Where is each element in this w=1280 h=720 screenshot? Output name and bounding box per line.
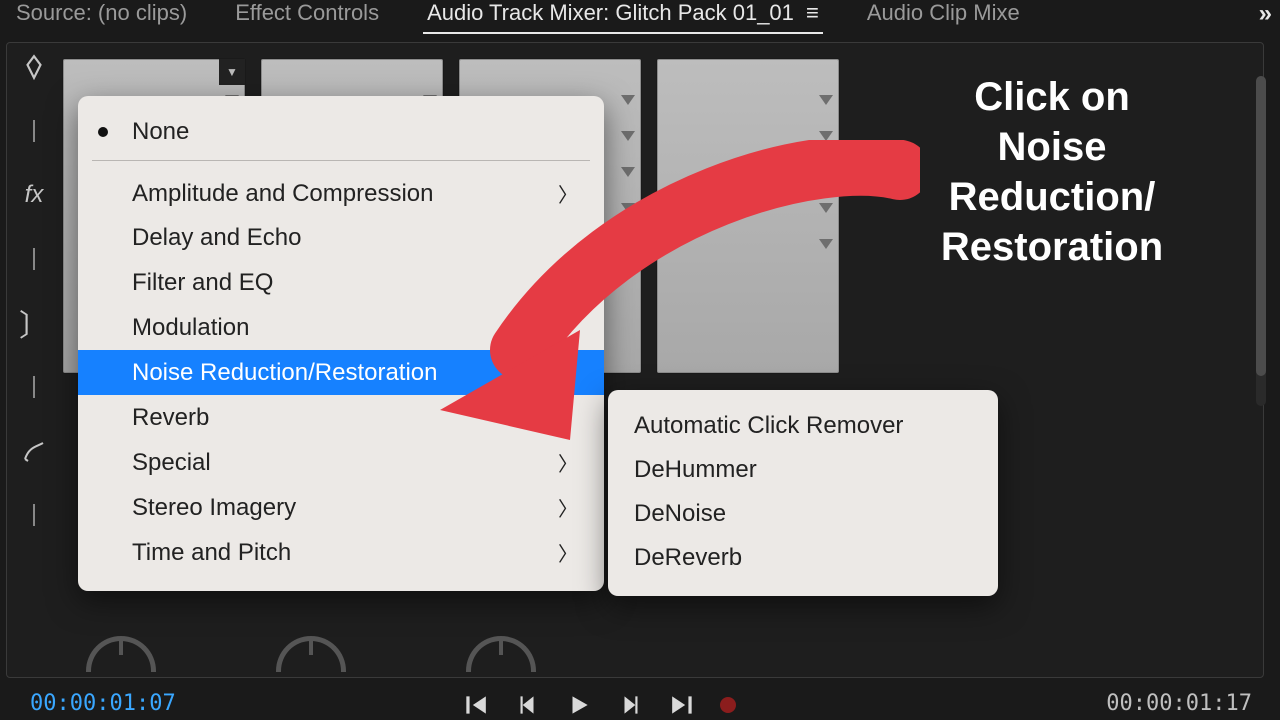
menu-item-label: Noise Reduction/Restoration: [132, 359, 438, 387]
pan-knob[interactable]: [86, 636, 156, 672]
annotation-line: Noise: [872, 122, 1232, 172]
menu-item-label: Reverb: [132, 404, 209, 432]
menu-item-special[interactable]: Special 〉: [78, 440, 604, 485]
menu-item-label: Modulation: [132, 314, 249, 342]
goto-in-icon[interactable]: [460, 692, 490, 718]
effects-context-menu: None Amplitude and Compression 〉 Delay a…: [78, 96, 604, 591]
menu-item-label: DeHummer: [634, 456, 757, 484]
menu-item-none[interactable]: None: [78, 110, 604, 154]
slot-row-arrow-icon[interactable]: [621, 167, 635, 177]
slot-row-arrow-icon[interactable]: [819, 203, 833, 213]
tab-source[interactable]: Source: (no clips): [12, 0, 191, 32]
annotation-text: Click on Noise Reduction/ Restoration: [872, 72, 1232, 272]
slot-handles: [621, 95, 635, 249]
menu-item-reverb[interactable]: Reverb 〉: [78, 395, 604, 440]
panel-scrollbar[interactable]: [1256, 76, 1266, 406]
pen-icon[interactable]: [19, 436, 49, 466]
menu-item-noise-reduction[interactable]: Noise Reduction/Restoration 〉: [78, 350, 604, 395]
transport-bar: 00:00:01:07 00:00:01:17: [0, 686, 1280, 720]
tab-audio-track-mixer[interactable]: Audio Track Mixer: Glitch Pack 01_01 ≡: [423, 0, 823, 34]
effect-slot-dropdown-icon[interactable]: ▼: [219, 59, 245, 85]
toolstrip-divider: [33, 376, 35, 398]
menu-item-label: Time and Pitch: [132, 539, 291, 567]
effects-toggle-icon[interactable]: [19, 52, 49, 82]
fx-toolstrip: fx 〕: [14, 52, 54, 526]
tab-effect-controls[interactable]: Effect Controls: [231, 0, 383, 32]
slot-handles: [819, 95, 833, 249]
menu-item-label: Stereo Imagery: [132, 494, 296, 522]
record-icon[interactable]: [720, 697, 736, 713]
chevron-right-icon: 〉: [558, 448, 578, 477]
submenu-item-denoise[interactable]: DeNoise: [608, 492, 998, 536]
toolstrip-divider: [33, 120, 35, 142]
menu-item-label: DeReverb: [634, 544, 742, 572]
pan-knob[interactable]: [276, 636, 346, 672]
chevron-right-icon: 〉: [558, 538, 578, 567]
chevron-right-icon: 〉: [558, 268, 578, 297]
timecode-duration: 00:00:01:17: [1106, 691, 1252, 716]
menu-item-label: Filter and EQ: [132, 269, 273, 297]
panel-tabbar: Source: (no clips) Effect Controls Audio…: [0, 0, 1280, 30]
slot-row-arrow-icon[interactable]: [819, 131, 833, 141]
menu-item-time-pitch[interactable]: Time and Pitch 〉: [78, 530, 604, 575]
chevron-right-icon: 〉: [558, 358, 578, 387]
menu-item-modulation[interactable]: Modulation 〉: [78, 305, 604, 350]
chevron-right-icon: 〉: [558, 313, 578, 342]
timecode-current[interactable]: 00:00:01:07: [30, 691, 176, 716]
panel-menu-icon[interactable]: ≡: [806, 0, 819, 25]
slot-row-arrow-icon[interactable]: [819, 239, 833, 249]
menu-item-label: None: [132, 118, 189, 146]
slot-row-arrow-icon[interactable]: [621, 239, 635, 249]
toolstrip-divider: [33, 248, 35, 270]
noise-reduction-submenu: Automatic Click Remover DeHummer DeNoise…: [608, 390, 998, 596]
scrollbar-thumb[interactable]: [1256, 76, 1266, 376]
toolstrip-divider: [33, 504, 35, 526]
goto-out-icon[interactable]: [668, 692, 698, 718]
menu-item-label: Automatic Click Remover: [634, 412, 903, 440]
tab-audio-clip-mixer[interactable]: Audio Clip Mixe: [863, 0, 1024, 32]
slot-row-arrow-icon[interactable]: [819, 167, 833, 177]
annotation-line: Reduction/: [872, 172, 1232, 222]
chevron-right-icon: 〉: [558, 403, 578, 432]
menu-item-delay[interactable]: Delay and Echo: [78, 216, 604, 260]
step-back-icon[interactable]: [512, 692, 542, 718]
menu-item-amplitude[interactable]: Amplitude and Compression 〉: [78, 171, 604, 216]
menu-item-label: Amplitude and Compression: [132, 180, 434, 208]
app-root: Source: (no clips) Effect Controls Audio…: [0, 0, 1280, 720]
slot-row-arrow-icon[interactable]: [621, 131, 635, 141]
step-forward-icon[interactable]: [616, 692, 646, 718]
tab-audio-track-mixer-label: Audio Track Mixer: Glitch Pack 01_01: [427, 0, 794, 25]
annotation-line: Click on: [872, 72, 1232, 122]
play-icon[interactable]: [564, 692, 594, 718]
menu-item-label: Delay and Echo: [132, 224, 301, 252]
slot-row-arrow-icon[interactable]: [621, 203, 635, 213]
bullet-icon: [98, 127, 108, 137]
chevron-right-icon: 〉: [558, 179, 578, 208]
effect-slot-track4[interactable]: [656, 58, 840, 374]
menu-item-label: Special: [132, 449, 211, 477]
menu-separator: [92, 160, 590, 161]
sends-bracket-icon[interactable]: 〕: [19, 308, 49, 338]
menu-item-label: DeNoise: [634, 500, 726, 528]
tabs-overflow-icon[interactable]: »: [1259, 0, 1272, 28]
annotation-line: Restoration: [872, 222, 1232, 272]
submenu-item-auto-click-remover[interactable]: Automatic Click Remover: [608, 404, 998, 448]
submenu-item-dehummer[interactable]: DeHummer: [608, 448, 998, 492]
pan-knob[interactable]: [466, 636, 536, 672]
fx-icon[interactable]: fx: [19, 180, 49, 210]
transport-controls: [460, 692, 736, 718]
menu-item-stereo-imagery[interactable]: Stereo Imagery 〉: [78, 485, 604, 530]
slot-row-arrow-icon[interactable]: [819, 95, 833, 105]
slot-row-arrow-icon[interactable]: [621, 95, 635, 105]
submenu-item-dereverb[interactable]: DeReverb: [608, 536, 998, 580]
chevron-right-icon: 〉: [558, 493, 578, 522]
menu-item-filter-eq[interactable]: Filter and EQ 〉: [78, 260, 604, 305]
pan-knobs-row: [86, 636, 536, 672]
